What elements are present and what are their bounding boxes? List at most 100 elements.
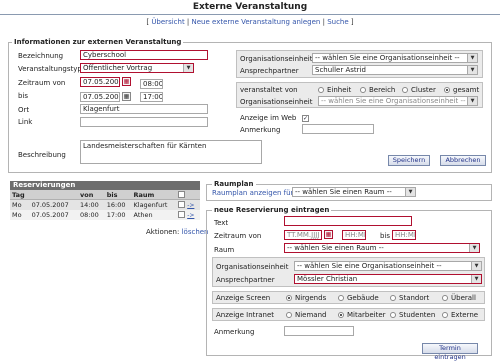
- zeitraum-von-label: Zeitraum von: [18, 79, 66, 87]
- bis-label: bis: [18, 92, 29, 100]
- col-bis: bis: [104, 190, 132, 200]
- org-select[interactable]: -- wählen Sie eine Organisationseinheit …: [312, 53, 478, 63]
- title-divider: [0, 14, 500, 15]
- bis-date-input[interactable]: 07.05.2007: [80, 92, 120, 102]
- calendar-icon[interactable]: ▦: [122, 92, 131, 101]
- radio-gebaeude[interactable]: Gebäude: [338, 294, 379, 302]
- org2-value: -- wählen Sie eine Organisationseinheit …: [321, 97, 466, 105]
- org-label: Organisationseinheit: [216, 263, 289, 271]
- veranstaltungstyp-label: Veranstaltungstyp: [18, 65, 82, 73]
- org-label: Organisationseinheit: [240, 55, 313, 63]
- chevron-down-icon: ▼: [405, 188, 415, 196]
- radio-bereich[interactable]: Bereich: [360, 86, 395, 94]
- ansprechpartner-select[interactable]: Mössler Christian ▼: [294, 274, 482, 284]
- org-select[interactable]: -- wählen Sie eine Organisationseinheit …: [294, 261, 482, 271]
- von-time-input[interactable]: 08:00: [140, 79, 163, 89]
- col-raum: Raum: [131, 190, 177, 200]
- raum-value: -- wählen Sie einen Raum --: [287, 244, 384, 252]
- cell-bis: 16:00: [104, 199, 132, 210]
- nav-link-suche[interactable]: Suche: [327, 18, 348, 26]
- radio-icon: [442, 295, 448, 301]
- radio-icon: [338, 295, 344, 301]
- radio-icon: [318, 87, 324, 93]
- org2-label: Organisationseinheit: [240, 98, 313, 106]
- row-open-link[interactable]: ->: [187, 212, 194, 219]
- termin-eintragen-button[interactable]: Termin eintragen: [422, 343, 478, 361]
- radio-icon: [286, 312, 292, 318]
- cell-actions: ->: [176, 199, 200, 210]
- cell-date: 07.05.2007: [29, 210, 79, 220]
- chevron-down-icon: ▼: [183, 64, 193, 72]
- col-date: [29, 190, 79, 200]
- row-checkbox[interactable]: [178, 201, 186, 208]
- anmerkung-input[interactable]: [284, 326, 354, 336]
- veranstaltungstyp-select[interactable]: Öffentlicher Vortrag ▼: [80, 63, 194, 73]
- bezeichnung-label: Bezeichnung: [18, 52, 64, 60]
- ansprechpartner-select[interactable]: Schuller Astrid ▼: [312, 65, 478, 75]
- radio-cluster[interactable]: Cluster: [402, 86, 436, 94]
- text-input[interactable]: [284, 216, 412, 226]
- radio-label: Studenten: [399, 311, 436, 319]
- radio-gesamt[interactable]: gesamt: [444, 86, 479, 94]
- neue-reservierung-legend: neue Reservierung eintragen: [212, 206, 332, 214]
- radio-einheit[interactable]: Einheit: [318, 86, 351, 94]
- nav-bracket-open: [: [146, 18, 150, 26]
- radio-nirgends[interactable]: Nirgends: [286, 294, 326, 302]
- bis-time-input[interactable]: 17:00: [140, 92, 163, 102]
- radio-externe[interactable]: Externe: [442, 311, 478, 319]
- raum-label: Raum: [214, 246, 235, 254]
- chevron-down-icon: ▼: [471, 262, 481, 270]
- beschreibung-textarea[interactable]: Landesmeisterschaften für Kärnten: [80, 140, 262, 164]
- cancel-button[interactable]: Abbrechen: [440, 155, 486, 166]
- radio-selected-icon: [338, 312, 344, 318]
- nav-bracket-close: ]: [350, 18, 354, 26]
- raum-select[interactable]: -- wählen Sie einen Raum -- ▼: [284, 243, 480, 253]
- zeitraum-label: Zeitraum von: [214, 232, 262, 240]
- chevron-down-icon: ▼: [471, 275, 481, 283]
- reservierungen-table: Tag von bis Raum Mo 07.05.2007 14:00 16:…: [10, 190, 200, 220]
- chevron-down-icon: ▼: [467, 54, 477, 62]
- anzeige-web-checkbox[interactable]: ✓: [302, 113, 309, 122]
- link-input[interactable]: [80, 117, 208, 127]
- calendar-icon[interactable]: ▦: [122, 77, 131, 86]
- aktionen-row: Aktionen: löschen: [146, 228, 209, 236]
- anmerkung-label: Anmerkung: [214, 328, 255, 336]
- ort-input[interactable]: Klagenfurt: [80, 104, 208, 114]
- delete-link[interactable]: löschen: [182, 228, 209, 236]
- time-to-input[interactable]: HH:MM: [392, 230, 416, 240]
- col-tag: Tag: [10, 190, 30, 200]
- radio-niemand[interactable]: Niemand: [286, 311, 326, 319]
- raumplan-select[interactable]: -- wählen Sie einen Raum -- ▼: [292, 187, 416, 197]
- ansprechpartner-label: Ansprechpartner: [216, 276, 275, 284]
- date-input[interactable]: TT.MM.JJJJ: [284, 230, 322, 240]
- org2-select[interactable]: -- wählen Sie eine Organisationseinheit …: [318, 96, 478, 106]
- radio-label: Niemand: [295, 311, 327, 319]
- radio-ueberall[interactable]: Überall: [442, 294, 476, 302]
- radio-mitarbeiter[interactable]: Mitarbeiter: [338, 311, 386, 319]
- nav-link-neue-veranstaltung[interactable]: Neue externe Veranstaltung anlegen: [192, 18, 321, 26]
- nav-link-uebersicht[interactable]: Übersicht: [151, 18, 184, 26]
- radio-label: Nirgends: [295, 294, 327, 302]
- von-date-input[interactable]: 07.05.2007: [80, 77, 120, 87]
- anmerkung-input[interactable]: [302, 124, 374, 134]
- cell-tag: Mo: [10, 199, 30, 210]
- radio-icon: [402, 87, 408, 93]
- row-open-link[interactable]: ->: [187, 202, 194, 209]
- chevron-down-icon: ▼: [467, 66, 477, 74]
- col-von: von: [78, 190, 105, 200]
- row-checkbox[interactable]: [178, 211, 186, 218]
- radio-label: gesamt: [453, 86, 480, 94]
- reservierungen-header: Reservierungen: [10, 181, 200, 190]
- save-button[interactable]: Speichern: [388, 155, 430, 166]
- ansprechpartner-label: Ansprechpartner: [240, 67, 299, 75]
- select-all-checkbox[interactable]: [178, 190, 186, 198]
- anzeige-intranet-label: Anzeige Intranet: [216, 311, 275, 319]
- page-title: Externe Veranstaltung: [192, 2, 308, 12]
- radio-standort[interactable]: Standort: [390, 294, 429, 302]
- calendar-icon[interactable]: ▦: [324, 230, 333, 239]
- time-from-input[interactable]: HH:MM: [342, 230, 366, 240]
- radio-studenten[interactable]: Studenten: [390, 311, 435, 319]
- ansprechpartner-value: Schuller Astrid: [315, 66, 366, 74]
- nav-separator: |: [186, 18, 190, 26]
- bezeichnung-input[interactable]: Cyberschool: [80, 50, 208, 60]
